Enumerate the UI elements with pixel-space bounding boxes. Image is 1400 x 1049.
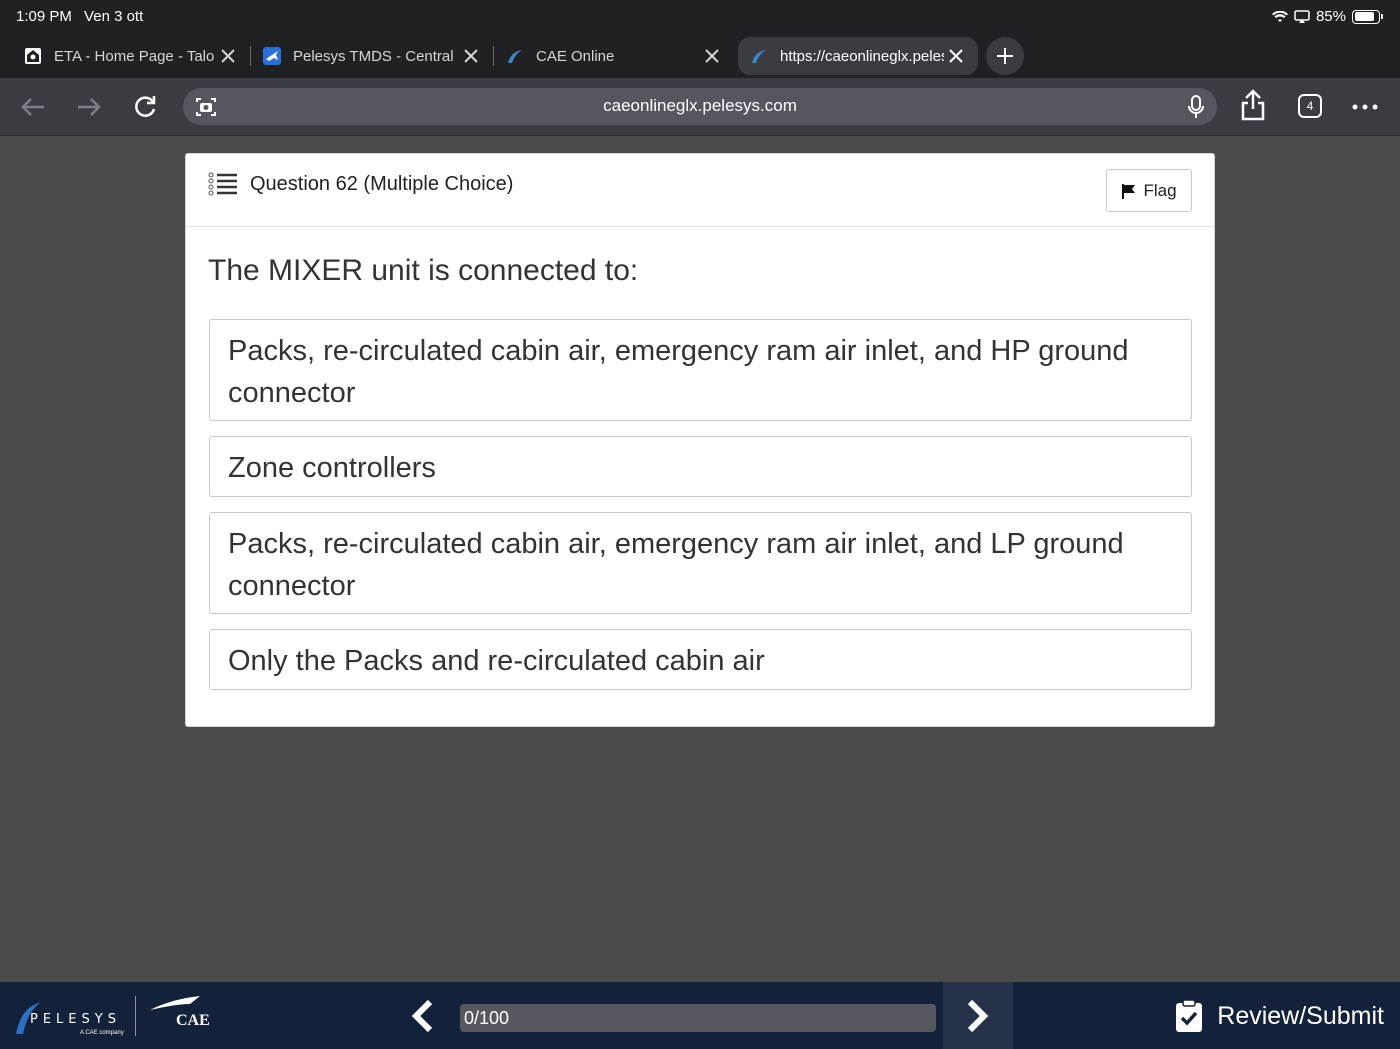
microphone-icon[interactable] [1187,95,1205,119]
review-submit-label: Review/Submit [1217,1001,1384,1030]
cae-swoosh [150,996,200,1010]
chevron-right-icon [967,999,989,1032]
question-list-icon[interactable] [208,172,238,198]
forward-button[interactable] [74,92,104,122]
share-button[interactable] [1238,89,1268,121]
arrow-right-icon [78,98,101,116]
close-icon[interactable] [702,46,722,66]
wifi-icon [1271,10,1288,22]
chevron-left-icon [411,999,433,1032]
logo-divider [135,996,136,1036]
cae-logo: CAE [150,996,210,1036]
tab-label: CAE Online [536,47,615,65]
tab-label: ETA - Home Page - Talon [54,47,214,65]
pelesys-logo: PELESYS A CAE company [14,998,126,1038]
more-icon [1352,104,1378,110]
pelesys-icon [506,47,524,65]
home-icon [24,47,42,65]
tab-active[interactable]: https://caeonlineglx.pelesys.com [738,37,978,75]
progress-bar: 0/100 [460,1004,936,1032]
pelesys-tagline: A CAE company [80,1030,124,1036]
tab-count-button[interactable]: 4 [1298,94,1322,118]
status-date: Ven 3 ott [84,8,144,25]
battery-percent: 85% [1315,8,1346,25]
back-button[interactable] [18,92,48,122]
flag-button[interactable]: Flag [1106,169,1192,212]
status-bar: 1:09 PM Ven 3 ott 85% [0,0,1400,32]
clipboard-check-icon [1176,999,1203,1032]
battery-icon [1352,9,1383,24]
pelesys-icon [750,47,768,65]
question-header: Question 62 (Multiple Choice) Flag [186,154,1214,227]
review-submit-button[interactable]: Review/Submit [1175,999,1384,1033]
tab-label: https://caeonlineglx.pelesys.com [780,47,944,65]
status-time: 1:09 PM [16,8,72,25]
tab-cae-online[interactable]: CAE Online [494,37,734,75]
url-text: caeonlineglx.pelesys.com [603,96,797,115]
address-bar[interactable]: caeonlineglx.pelesys.com [183,88,1217,125]
question-text: The MIXER unit is connected to: [208,254,639,287]
tab-label: Pelesys TMDS - Central [293,47,453,65]
next-question-button[interactable] [943,982,1013,1049]
flag-icon [1122,183,1136,199]
browser-top-chrome: 1:09 PM Ven 3 ott 85% ETA - Home Page - … [0,0,1400,78]
browser-toolbar: caeonlineglx.pelesys.com [0,78,1400,136]
tab-pelesys-tmds[interactable]: Pelesys TMDS - Central [251,37,493,75]
progress-text: 0/100 [464,1008,510,1028]
close-icon[interactable] [218,46,238,66]
close-icon[interactable] [461,46,481,66]
answer-option-2[interactable]: Zone controllers [209,436,1192,497]
previous-question-button[interactable] [398,982,446,1049]
tab-strip: ETA - Home Page - Talon Pelesys TMDS - C… [12,36,1024,76]
answer-option-3[interactable]: Packs, re-circulated cabin air, emergenc… [209,512,1192,614]
question-card: Question 62 (Multiple Choice) Flag The M… [185,153,1215,727]
reload-icon [135,96,156,117]
tab-eta-home[interactable]: ETA - Home Page - Talon [12,37,250,75]
close-icon[interactable] [946,46,966,66]
flag-label: Flag [1143,180,1177,200]
arrow-left-icon [21,98,44,116]
plane-icon [263,47,281,65]
more-button[interactable] [1350,92,1380,122]
question-title: Question 62 (Multiple Choice) [250,173,514,195]
pelesys-wordmark: PELESYS [30,1012,121,1027]
cae-wordmark: CAE [176,1012,210,1029]
share-icon [1241,89,1265,121]
plus-icon [997,48,1013,64]
new-tab-button[interactable] [986,37,1024,75]
screen-mirroring-icon [1294,10,1310,23]
answer-option-1[interactable]: Packs, re-circulated cabin air, emergenc… [209,319,1192,421]
answer-option-4[interactable]: Only the Packs and re-circulated cabin a… [209,629,1192,690]
reload-button[interactable] [130,92,160,122]
